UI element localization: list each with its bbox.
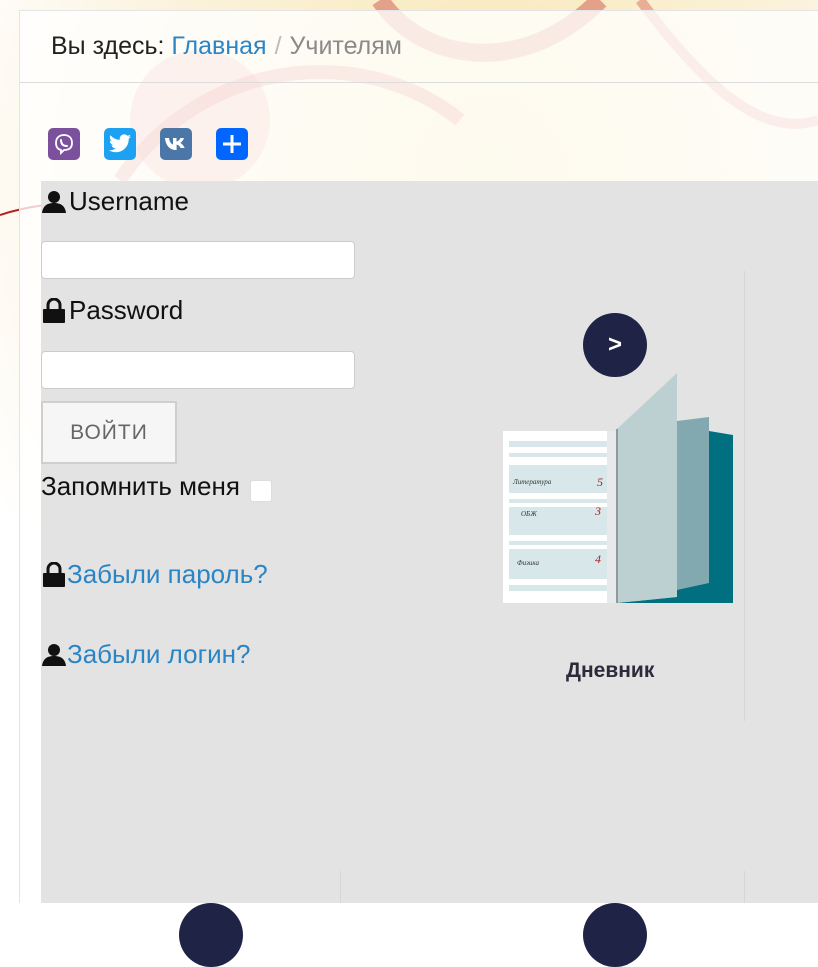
tile-diary-title: Дневник bbox=[566, 659, 655, 682]
tile-divider bbox=[744, 871, 745, 903]
username-input[interactable] bbox=[41, 241, 355, 279]
viber-icon bbox=[55, 134, 73, 155]
twitter-share-button[interactable] bbox=[104, 128, 136, 160]
diary-subject: Литература bbox=[512, 478, 552, 486]
diary-grade: 4 bbox=[595, 552, 601, 566]
lock-icon bbox=[43, 561, 65, 587]
tile-arrow-button[interactable]: > bbox=[583, 313, 647, 377]
user-icon bbox=[42, 190, 66, 213]
forgot-login-link[interactable]: Забыли логин? bbox=[67, 639, 250, 670]
share-plus-button[interactable] bbox=[216, 128, 248, 160]
tile-arrow-button[interactable] bbox=[583, 903, 647, 967]
breadcrumb-home-link[interactable]: Главная bbox=[171, 32, 266, 60]
content-frame: Вы здесь: Главная / Учителям Username Pa… bbox=[19, 10, 818, 967]
remember-me-row: Запомнить меня bbox=[41, 471, 272, 502]
viber-share-button[interactable] bbox=[48, 128, 80, 160]
vk-share-button[interactable] bbox=[160, 128, 192, 160]
module-panel: Username Password ВОЙТИ Запомнить меня З… bbox=[41, 181, 818, 967]
diary-subject: Физика bbox=[517, 559, 539, 567]
username-label-text: Username bbox=[69, 186, 189, 216]
user-icon bbox=[42, 643, 66, 666]
diary-grade: 3 bbox=[594, 504, 601, 518]
breadcrumb-separator: / bbox=[274, 32, 282, 60]
password-label: Password bbox=[41, 295, 183, 326]
twitter-icon bbox=[109, 134, 131, 153]
breadcrumb-prefix: Вы здесь: bbox=[51, 32, 165, 60]
remember-me-checkbox[interactable] bbox=[249, 479, 272, 502]
username-label: Username bbox=[41, 186, 189, 217]
lock-icon bbox=[43, 297, 65, 323]
tile-divider bbox=[744, 271, 745, 721]
password-input[interactable] bbox=[41, 351, 355, 389]
forgot-password-link[interactable]: Забыли пароль? bbox=[67, 559, 268, 590]
vk-icon bbox=[165, 138, 185, 150]
tile-divider bbox=[340, 871, 341, 903]
forgot-login-row: Забыли логин? bbox=[41, 639, 250, 670]
diary-icon: Литература 5 ОБЖ 3 Физика 4 bbox=[503, 373, 733, 603]
breadcrumb-current: Учителям bbox=[289, 32, 402, 60]
share-plus-icon bbox=[223, 135, 241, 153]
remember-me-label: Запомнить меня bbox=[41, 471, 240, 501]
diary-grade: 5 bbox=[597, 475, 603, 489]
breadcrumb: Вы здесь: Главная / Учителям bbox=[20, 11, 818, 83]
forgot-password-row: Забыли пароль? bbox=[41, 559, 268, 590]
password-label-text: Password bbox=[69, 295, 184, 325]
diary-subject: ОБЖ bbox=[521, 510, 537, 518]
login-button[interactable]: ВОЙТИ bbox=[41, 401, 177, 464]
tile-arrow-button[interactable] bbox=[179, 903, 243, 967]
